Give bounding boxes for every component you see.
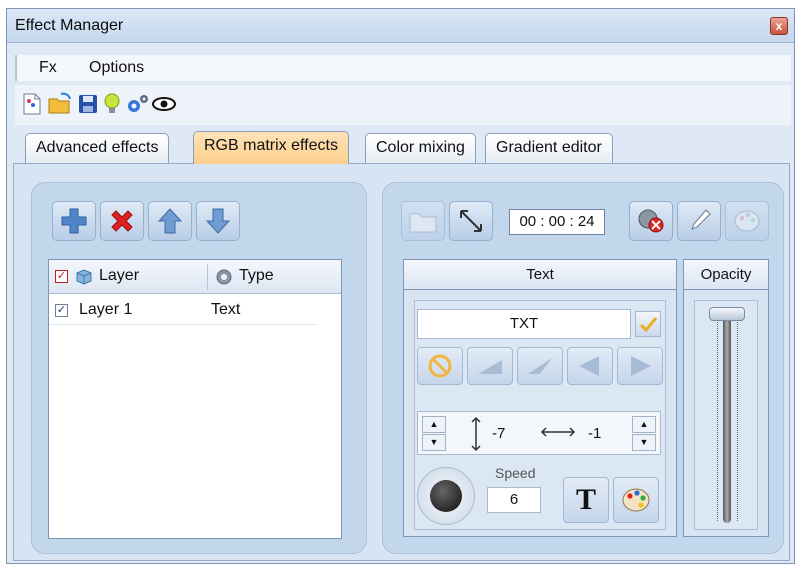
move-layer-up-button[interactable]: [148, 201, 192, 241]
scroll-up-button[interactable]: [467, 347, 513, 385]
layer-cube-icon: [76, 269, 92, 285]
move-layer-down-button[interactable]: [196, 201, 240, 241]
color-picker-button[interactable]: [677, 201, 721, 241]
apply-text-button[interactable]: [635, 311, 661, 337]
save-icon[interactable]: [75, 91, 101, 117]
window-title: Effect Manager: [15, 17, 124, 34]
tab-rgb-matrix-effects[interactable]: RGB matrix effects: [193, 131, 349, 164]
opacity-panel: Opacity: [683, 259, 769, 537]
scroll-right-button[interactable]: [617, 347, 663, 385]
select-all-checkbox[interactable]: ✓: [55, 270, 68, 283]
slider-track: [723, 309, 731, 523]
slider-ticks-left: [717, 311, 718, 521]
tab-gradient-editor[interactable]: Gradient editor: [485, 133, 613, 163]
palette-button[interactable]: [725, 201, 769, 241]
tab-content: ✓ Layer Type ✓ Layer 1 Text 00: 00: 24…: [13, 163, 790, 561]
resize-button[interactable]: [449, 201, 493, 241]
new-file-icon[interactable]: [19, 91, 45, 117]
offset-x-up-spinner[interactable]: ▲: [632, 416, 656, 433]
layers-group: ✓ Layer Type ✓ Layer 1 Text: [31, 182, 367, 554]
layer-list: ✓ Layer Type ✓ Layer 1 Text: [48, 259, 342, 539]
eyedropper-icon: [691, 209, 711, 230]
layer-type: Text: [211, 301, 241, 318]
speed-knob[interactable]: [417, 467, 475, 525]
palette-icon: [734, 210, 760, 232]
speed-value[interactable]: 6: [487, 487, 541, 513]
triangle-right-icon: [631, 356, 651, 376]
offset-x-down-spinner[interactable]: ▼: [632, 434, 656, 451]
offset-control: ▲ ▼ -7 -1 ▲ ▼: [417, 411, 661, 455]
toolbar: [15, 85, 791, 125]
settings-gears-icon[interactable]: [125, 91, 151, 117]
tab-advanced-effects[interactable]: Advanced effects: [25, 133, 170, 163]
text-color-button[interactable]: [613, 477, 659, 523]
diagonal-arrow-icon: [460, 210, 482, 232]
vertical-arrow-icon: [471, 416, 481, 452]
no-motion-icon: [428, 354, 452, 378]
text-t-icon: T: [575, 483, 596, 516]
light-bulb-icon[interactable]: [99, 91, 125, 117]
wedge-down-icon: [528, 358, 552, 374]
scroll-left-button[interactable]: [567, 347, 613, 385]
tab-strip: Advanced effects RGB matrix effects Colo…: [25, 131, 785, 164]
horizontal-arrow-icon: [540, 427, 576, 437]
slider-handle[interactable]: [709, 307, 745, 321]
opacity-panel-header: Opacity: [684, 260, 768, 290]
column-divider: [207, 264, 208, 290]
close-button[interactable]: x: [770, 17, 788, 35]
offset-x-value[interactable]: -1: [588, 425, 601, 442]
triangle-left-icon: [579, 356, 599, 376]
layer-visible-checkbox[interactable]: ✓: [55, 304, 68, 317]
text-panel-header: Text: [404, 260, 676, 290]
menu-bar: Fx Options: [15, 55, 791, 81]
add-layer-button[interactable]: [52, 201, 96, 241]
open-folder-icon[interactable]: [47, 91, 73, 117]
record-tape-icon: [638, 209, 664, 233]
record-button[interactable]: [629, 201, 673, 241]
column-header-layer[interactable]: Layer: [99, 267, 139, 285]
text-input[interactable]: TXT: [417, 309, 631, 339]
tab-color-mixing[interactable]: Color mixing: [365, 133, 476, 163]
title-bar: Effect Manager x: [7, 9, 794, 43]
speed-label: Speed: [495, 465, 536, 481]
knob-dial: [430, 480, 462, 512]
arrow-up-icon: [157, 208, 183, 234]
menu-fx[interactable]: Fx: [39, 59, 57, 77]
effect-manager-window: Effect Manager x Fx Options Advanced eff…: [6, 8, 795, 564]
remove-layer-button[interactable]: [100, 201, 144, 241]
text-settings: TXT ▲ ▼ -7 -1 ▲ ▼ Speed 6 T: [414, 300, 666, 530]
table-row[interactable]: ✓ Layer 1 Text: [49, 295, 317, 325]
eye-icon[interactable]: [151, 91, 177, 117]
layer-list-header: ✓ Layer Type: [49, 260, 341, 294]
stop-scroll-button[interactable]: [417, 347, 463, 385]
slider-ticks-right: [737, 311, 738, 521]
time-display[interactable]: 00 : 00 : 24: [509, 209, 605, 235]
effect-properties-group: 00 : 00 : 24 Text TXT ▲ ▼ -7 -1 ▲ ▼ Spee…: [382, 182, 784, 554]
wedge-up-icon: [478, 360, 502, 374]
scroll-down-button[interactable]: [517, 347, 563, 385]
plus-icon: [61, 208, 87, 234]
column-header-type[interactable]: Type: [239, 267, 274, 285]
open-effect-button[interactable]: [401, 201, 445, 241]
delete-x-icon: [111, 210, 133, 232]
folder-icon: [409, 213, 437, 233]
layer-name: Layer 1: [79, 301, 133, 318]
text-panel: Text TXT ▲ ▼ -7 -1 ▲ ▼ Speed 6 T: [403, 259, 677, 537]
checkmark-icon: [639, 317, 658, 333]
font-button[interactable]: T: [563, 477, 609, 523]
type-gear-icon: [216, 269, 232, 285]
offset-y-value[interactable]: -7: [492, 425, 505, 442]
offset-y-down-spinner[interactable]: ▼: [422, 434, 446, 451]
offset-y-up-spinner[interactable]: ▲: [422, 416, 446, 433]
opacity-slider[interactable]: [694, 300, 758, 530]
menu-options[interactable]: Options: [89, 59, 144, 77]
arrow-down-icon: [205, 208, 231, 234]
palette-icon: [622, 488, 650, 512]
